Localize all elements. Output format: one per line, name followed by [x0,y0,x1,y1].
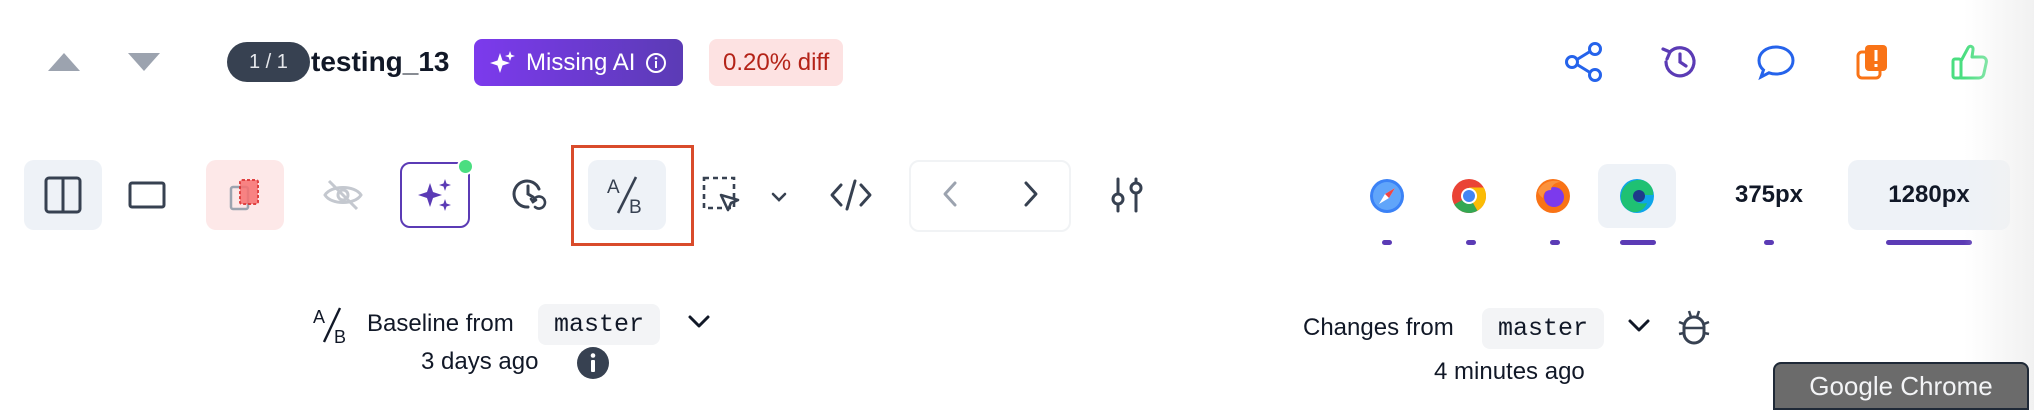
info-icon[interactable] [645,52,667,74]
width-1280-indicator [1886,240,1972,245]
sliders-icon [1111,177,1143,213]
overlay-diff-button[interactable] [206,160,284,230]
browser-edge-button[interactable] [1598,164,1676,228]
eye-off-icon [323,179,363,211]
share-button[interactable] [1556,34,1612,90]
changes-branch-chip: master [1482,308,1605,349]
bug-icon [1678,310,1710,345]
debug-button[interactable] [1676,308,1712,353]
browser-safari-button[interactable] [1348,164,1426,228]
baseline-ab-icon: A B [312,305,352,350]
region-select-icon [702,176,740,212]
ai-review-button[interactable] [400,158,474,228]
baseline-label: Baseline from [367,310,514,337]
history-button[interactable] [1652,34,1708,90]
missing-ai-badge[interactable]: Missing AI [474,39,684,86]
chevron-right-icon [1024,181,1037,206]
comments-button[interactable] [1748,34,1804,90]
next-snapshot-button[interactable] [120,42,168,82]
region-select-dropdown[interactable] [764,182,794,212]
page-title: testing_13 [311,46,450,77]
width-375-button[interactable]: 375px [1694,160,1844,230]
diff-pager [909,160,1071,232]
ai-status-dot [457,158,474,175]
overlay-icon [229,179,259,211]
report-issue-button[interactable] [1844,34,1900,90]
triangle-up-icon [48,53,80,71]
single-view-button[interactable] [108,160,186,230]
baseline-branch-dropdown[interactable] [686,312,716,338]
previous-snapshot-button[interactable] [40,42,88,82]
width-375-indicator [1764,240,1774,245]
window-edge-shadow [1964,0,2034,410]
code-icon [830,179,872,211]
chevron-down-icon [1628,319,1650,332]
history-icon [1661,46,1696,78]
firefox-icon [1536,179,1570,213]
chevron-down-icon [688,315,710,328]
svg-text:B: B [334,327,346,345]
chevron-down-icon [771,192,787,202]
settings-button[interactable] [1088,160,1166,230]
edge-indicator [1620,240,1656,245]
share-icon [1565,42,1602,82]
baseline-branch-chip: master [538,304,661,345]
changes-time: 4 minutes ago [1434,358,1585,385]
browser-chrome-button[interactable] [1430,164,1508,228]
chevron-left-icon [943,181,956,206]
browser-tooltip: Google Chrome [1773,362,2029,410]
split-view-button[interactable] [24,160,102,230]
timing-button[interactable] [490,160,568,230]
diff-percentage-badge: 0.20% diff [709,39,844,86]
chrome-icon [1452,179,1486,213]
changes-branch-dropdown[interactable] [1626,316,1656,342]
sparkle-icon [490,50,515,73]
triangle-down-icon [128,53,160,71]
previous-diff-button[interactable] [939,179,963,214]
edge-icon [1620,179,1654,213]
svg-text:A: A [313,307,325,327]
firefox-indicator [1550,240,1560,245]
single-view-icon [128,181,166,209]
hide-diff-button[interactable] [304,160,382,230]
baseline-time: 3 days ago [421,348,539,375]
chrome-indicator [1466,240,1476,245]
snapshot-counter: 1 / 1 [227,42,310,82]
missing-ai-label: Missing AI [526,48,636,76]
info-icon [577,347,609,379]
browser-firefox-button[interactable] [1514,164,1592,228]
changes-label: Changes from [1303,314,1454,341]
comment-icon [1757,45,1795,81]
focus-highlight [571,145,694,246]
split-view-icon [44,176,82,214]
safari-indicator [1382,240,1392,245]
code-view-button[interactable] [812,160,890,230]
timer-icon [512,179,547,210]
ai-sparkle-icon [418,179,451,211]
baseline-info-button[interactable] [576,346,610,385]
ab-icon: A B [313,307,346,347]
report-icon [1856,45,1887,80]
next-diff-button[interactable] [1018,179,1042,214]
safari-icon [1370,179,1404,213]
region-select-button[interactable] [694,160,748,230]
